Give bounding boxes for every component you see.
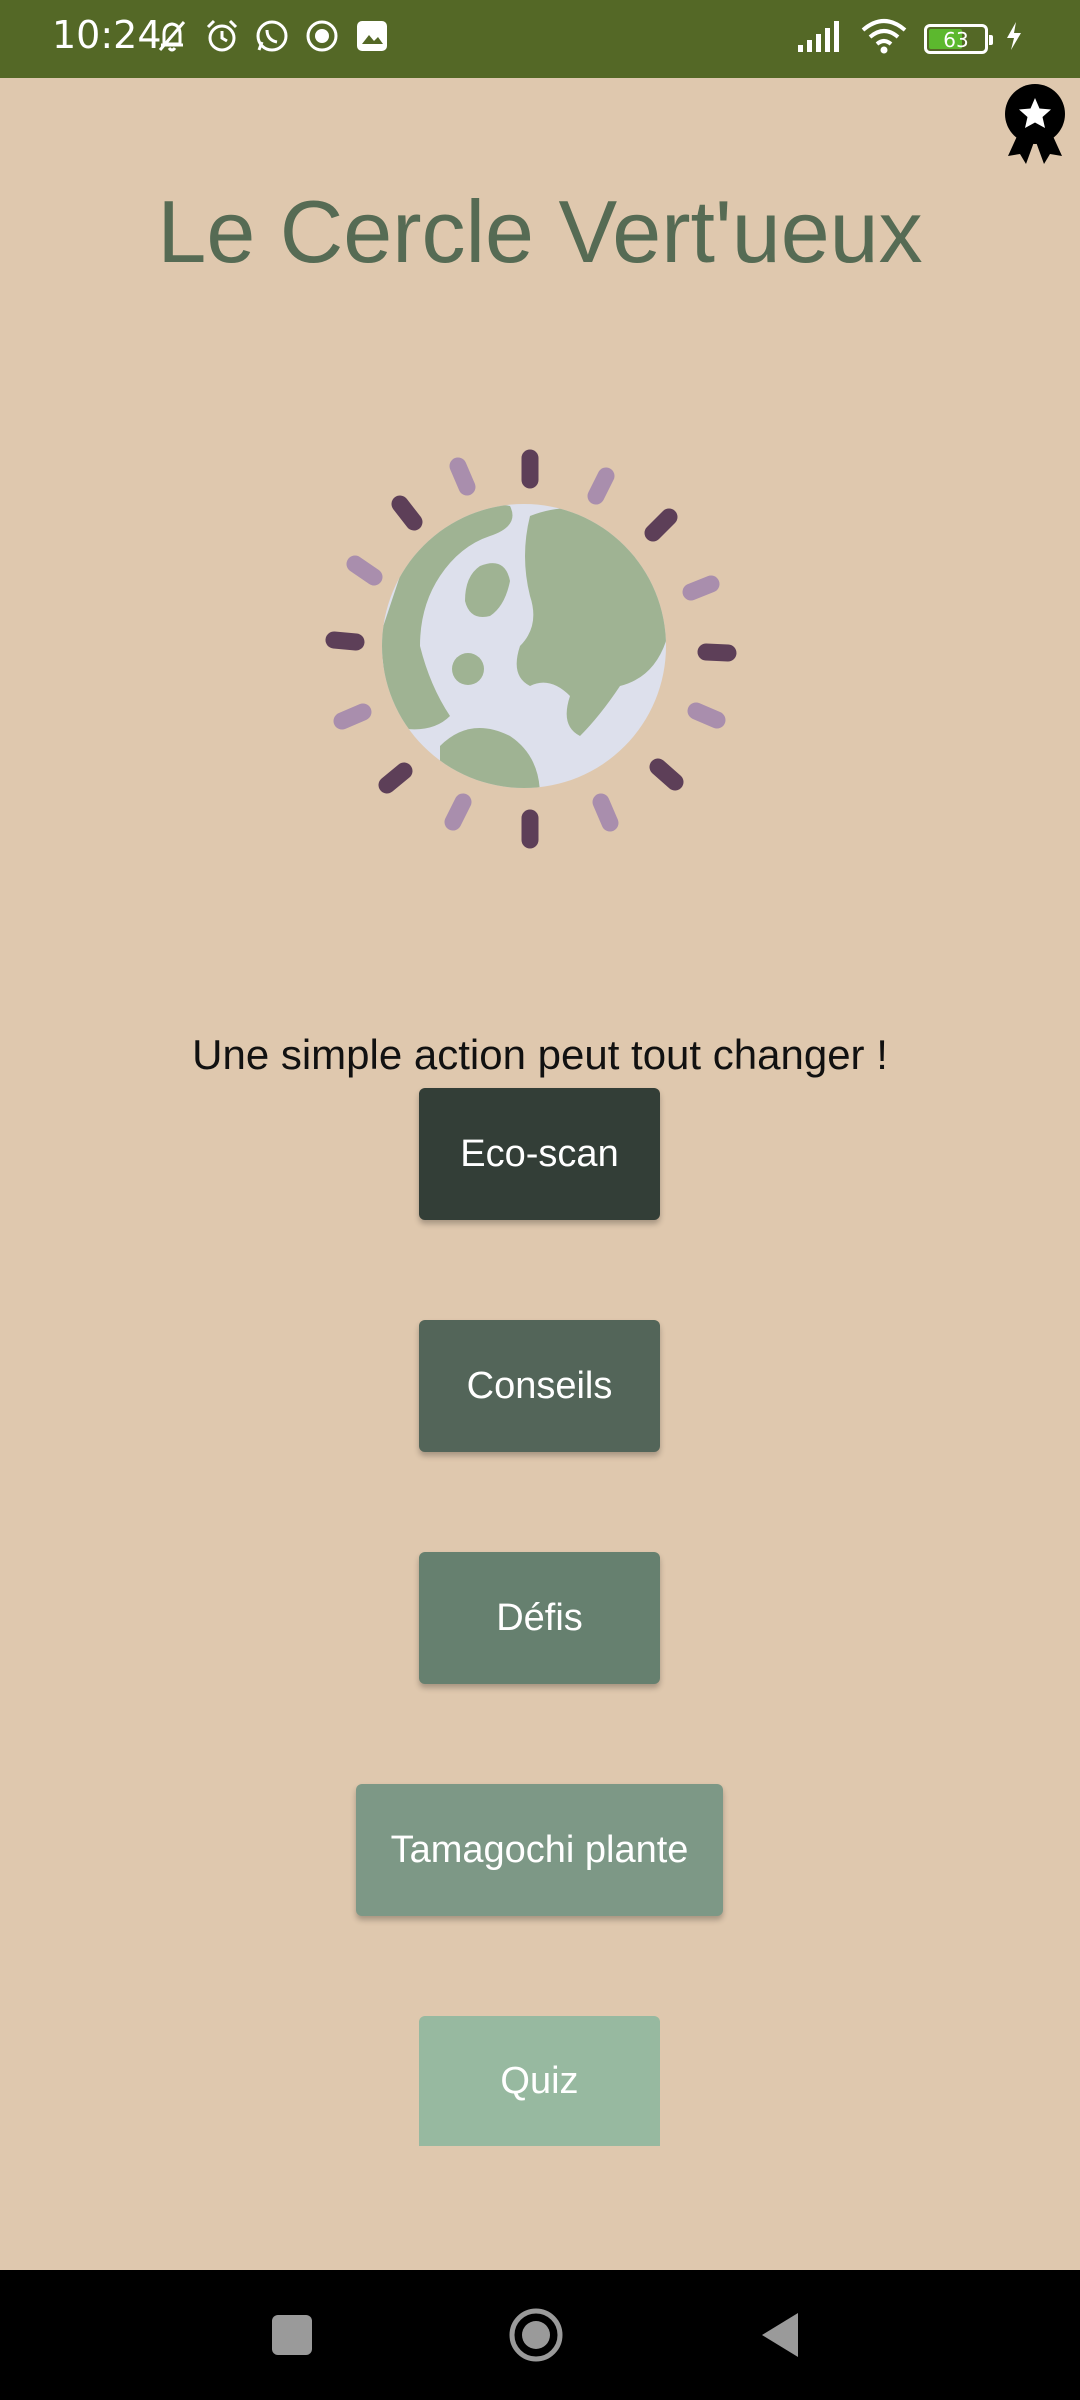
battery-level: 63 [943,27,969,52]
status-bar: 10:24 63 [0,0,1080,78]
eco-scan-button[interactable]: Eco-scan [419,1088,660,1220]
defis-button[interactable]: Défis [419,1552,660,1684]
home-icon[interactable] [486,2270,586,2400]
status-notification-icons [152,16,392,56]
quiz-button[interactable]: Quiz [419,2016,660,2146]
tagline: Une simple action peut tout changer ! [192,1031,888,1078]
status-system-icons: 63 [796,18,1024,59]
signal-icon [796,19,844,58]
home-screen: 10:24 63 Le Cercle Vert'ueux Une simple … [0,0,1080,2400]
alarm-icon [202,16,242,56]
photo-icon [352,16,392,56]
record-icon [302,16,342,56]
bell-off-icon [152,16,192,56]
battery-icon: 63 [924,23,993,54]
conseils-button[interactable]: Conseils [419,1320,660,1452]
award-badge-icon[interactable] [1000,82,1070,166]
wifi-icon [860,18,908,59]
whatsapp-icon [252,16,292,56]
tamagochi-plante-button[interactable]: Tamagochi plante [356,1784,723,1916]
status-time: 10:24 [52,13,162,57]
recents-icon[interactable] [242,2270,342,2400]
charging-icon [1004,20,1024,57]
navigation-bar [0,2270,1080,2400]
back-icon[interactable] [730,2270,830,2400]
page-title: Le Cercle Vert'ueux [157,182,923,281]
globe-sunburst-icon [320,436,740,856]
